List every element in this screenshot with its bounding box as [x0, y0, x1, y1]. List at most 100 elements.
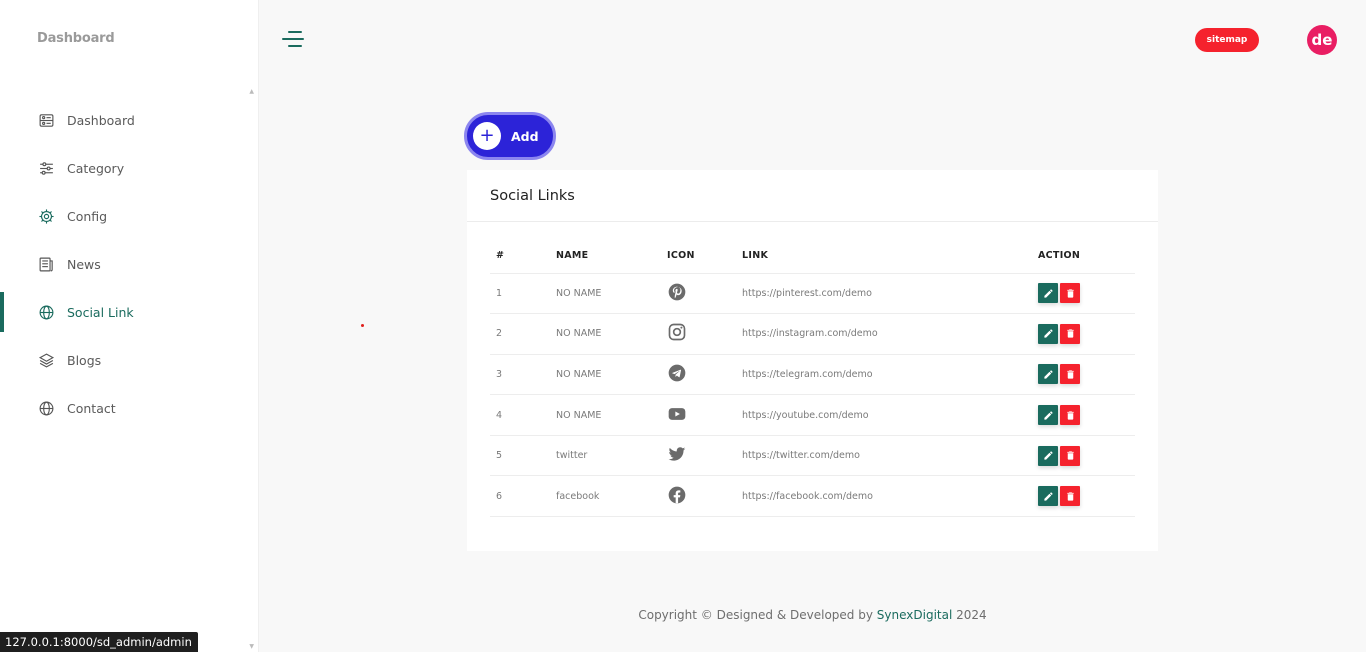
- edit-button[interactable]: [1038, 486, 1058, 507]
- sidebar-item-config[interactable]: Config: [0, 192, 259, 240]
- edit-button[interactable]: [1038, 283, 1058, 304]
- gear-icon: [37, 207, 55, 225]
- row-number: 6: [490, 475, 550, 518]
- row-link[interactable]: https://facebook.com/demo: [736, 475, 1032, 518]
- browser-status-url: 127.0.0.1:8000/sd_admin/admin: [0, 632, 198, 652]
- trash-icon: [1066, 289, 1074, 298]
- footer-year: 2024: [952, 608, 987, 622]
- sidebar: Dashboard ▲ Dashboard Category Config Ne…: [0, 0, 259, 652]
- sidebar-item-category[interactable]: Category: [0, 144, 259, 192]
- twitter-icon: [667, 444, 687, 464]
- delete-button[interactable]: [1060, 283, 1080, 304]
- trash-icon: [1066, 451, 1074, 460]
- divider: [467, 221, 1158, 222]
- sidebar-item-contact[interactable]: Contact: [0, 384, 259, 432]
- social-links-table: # NAME ICON LINK ACTION 1 NO NAME https:…: [490, 239, 1135, 518]
- pencil-icon: [1043, 329, 1053, 339]
- row-name: twitter: [550, 435, 661, 477]
- table-row: 2 NO NAME https://instagram.com/demo: [490, 313, 1135, 355]
- facebook-icon: [667, 485, 687, 505]
- newspaper-icon: [37, 255, 55, 273]
- table-header-row: # NAME ICON LINK ACTION: [490, 239, 1135, 274]
- delete-button[interactable]: [1060, 405, 1080, 426]
- footer: Copyright © Designed & Developed by Syne…: [0, 608, 1366, 622]
- menu-toggle-icon[interactable]: [282, 29, 304, 49]
- add-button[interactable]: + Add: [464, 112, 556, 160]
- sidebar-item-label: Config: [67, 208, 108, 224]
- row-name: NO NAME: [550, 313, 661, 355]
- edit-button[interactable]: [1038, 323, 1058, 344]
- row-name: NO NAME: [550, 394, 661, 436]
- edit-button[interactable]: [1038, 445, 1058, 466]
- footer-copyright: Copyright © Designed & Developed by: [638, 608, 877, 622]
- row-link[interactable]: https://youtube.com/demo: [736, 394, 1032, 436]
- footer-brand-link[interactable]: SynexDigital: [877, 608, 953, 622]
- cursor-dot: [361, 324, 364, 327]
- row-name: NO NAME: [550, 354, 661, 396]
- trash-icon: [1066, 410, 1074, 420]
- row-number: 3: [490, 354, 550, 396]
- delete-button[interactable]: [1060, 445, 1080, 466]
- column-header-action: ACTION: [1032, 239, 1135, 274]
- column-header-number: #: [490, 239, 550, 274]
- telegram-icon: [667, 363, 687, 383]
- layers-icon: [37, 351, 55, 369]
- sidebar-item-news[interactable]: News: [0, 240, 259, 288]
- add-button-label: Add: [511, 128, 539, 144]
- sidebar-item-label: News: [67, 256, 101, 272]
- edit-button[interactable]: [1038, 405, 1058, 426]
- sidebar-item-label: Blogs: [67, 352, 102, 368]
- sidebar-nav: Dashboard Category Config News Social Li…: [0, 96, 259, 432]
- sidebar-item-label: Contact: [67, 400, 116, 416]
- trash-icon: [1066, 329, 1074, 339]
- row-name: NO NAME: [550, 273, 661, 315]
- sitemap-button[interactable]: sitemap: [1195, 28, 1259, 52]
- sliders-icon: [37, 159, 55, 177]
- sidebar-item-label: Social Link: [67, 304, 134, 320]
- social-links-card: Social Links # NAME ICON LINK ACTION 1 N…: [467, 170, 1158, 551]
- sidebar-item-label: Dashboard: [67, 112, 135, 128]
- row-number: 2: [490, 313, 550, 355]
- pencil-icon: [1043, 492, 1053, 501]
- row-name: facebook: [550, 475, 661, 518]
- table-row: 5 twitter https://twitter.com/demo: [490, 435, 1135, 477]
- sidebar-scroll-up-arrow[interactable]: ▲: [249, 88, 254, 95]
- sidebar-item-dashboard[interactable]: Dashboard: [0, 96, 259, 144]
- table-row: 1 NO NAME https://pinterest.com/demo: [490, 273, 1135, 315]
- brand-title[interactable]: Dashboard: [37, 31, 115, 46]
- pinterest-icon: [667, 282, 687, 302]
- row-link[interactable]: https://instagram.com/demo: [736, 313, 1032, 355]
- edit-button[interactable]: [1038, 364, 1058, 385]
- table-row: 3 NO NAME https://telegram.com/demo: [490, 354, 1135, 396]
- column-header-link: LINK: [736, 239, 1032, 274]
- globe-icon: [37, 399, 55, 417]
- pencil-icon: [1043, 451, 1053, 460]
- table-row: 4 NO NAME https://youtube.com/demo: [490, 394, 1135, 436]
- pencil-icon: [1043, 410, 1053, 420]
- sidebar-item-social-link[interactable]: Social Link: [0, 288, 259, 336]
- pencil-icon: [1043, 289, 1053, 298]
- avatar[interactable]: de: [1307, 25, 1337, 55]
- row-number: 1: [490, 273, 550, 315]
- row-link[interactable]: https://pinterest.com/demo: [736, 273, 1032, 315]
- sidebar-item-blogs[interactable]: Blogs: [0, 336, 259, 384]
- youtube-icon: [667, 404, 687, 424]
- dashboard-icon: [37, 111, 55, 129]
- column-header-name: NAME: [550, 239, 661, 274]
- row-number: 5: [490, 435, 550, 477]
- delete-button[interactable]: [1060, 323, 1080, 344]
- sidebar-scroll-down-arrow[interactable]: ▼: [249, 643, 254, 650]
- globe-icon: [37, 303, 55, 321]
- column-header-icon: ICON: [661, 239, 736, 274]
- table-row: 6 facebook https://facebook.com/demo: [490, 475, 1135, 518]
- plus-icon: +: [473, 122, 501, 150]
- pencil-icon: [1043, 370, 1053, 379]
- row-link[interactable]: https://twitter.com/demo: [736, 435, 1032, 477]
- trash-icon: [1066, 370, 1074, 379]
- delete-button[interactable]: [1060, 364, 1080, 385]
- delete-button[interactable]: [1060, 486, 1080, 507]
- card-title: Social Links: [490, 188, 575, 204]
- trash-icon: [1066, 492, 1074, 501]
- row-link[interactable]: https://telegram.com/demo: [736, 354, 1032, 396]
- instagram-icon: [667, 322, 687, 342]
